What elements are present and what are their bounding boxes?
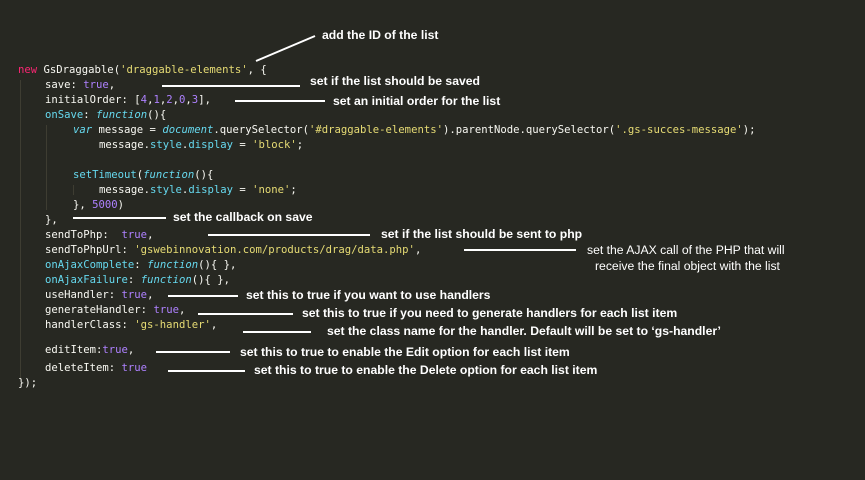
annotation-line [156,351,230,353]
note-edit-item: set this to true to enable the Edit opti… [240,345,570,359]
note-delete-item: set this to true to enable the Delete op… [254,363,598,377]
note-send-php: set if the list should be sent to php [381,227,583,241]
annotation-line [235,100,325,102]
note-save: set if the list should be saved [310,74,480,88]
note-use-handler: set this to true if you want to use hand… [246,288,491,302]
annotation-line [168,370,245,372]
note-ajax-line2: receive the final object with the list [595,259,780,273]
annotation-line [243,331,311,333]
annotation-line [208,234,370,236]
note-handler-class: set the class name for the handler. Defa… [327,324,721,338]
note-generate-handler: set this to true if you need to generate… [302,306,678,320]
annotation-line [198,313,293,315]
annotation-arrow [255,35,316,62]
annotation-line [162,85,300,87]
annotation-line [464,249,576,251]
annotation-line [73,217,166,219]
note-add-id: add the ID of the list [322,28,439,42]
note-ajax-line1: set the AJAX call of the PHP that will [587,243,785,257]
note-callback: set the callback on save [173,210,313,224]
annotation-line [168,295,238,297]
note-initial-order: set an initial order for the list [333,94,501,108]
